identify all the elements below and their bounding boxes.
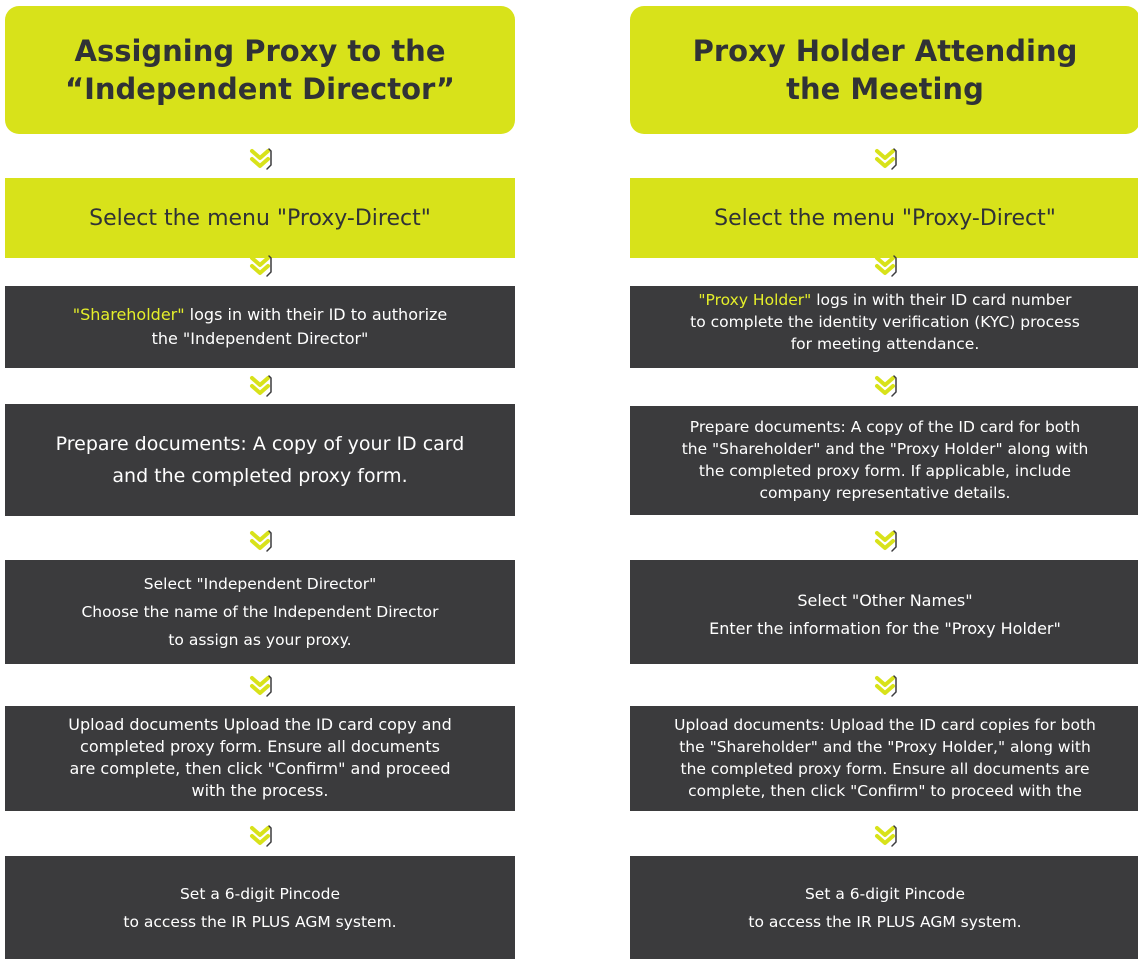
step-text-line: Prepare documents: A copy of the ID card… <box>689 418 1081 436</box>
step-text-line: company representative details. <box>759 484 1011 502</box>
step-text: logs in with their ID card number <box>811 291 1072 309</box>
double-chevron-down-icon <box>247 253 273 279</box>
step-set-pincode: Set a 6-digit Pincode to access the IR P… <box>630 856 1138 959</box>
step-prepare-documents: Prepare documents: A copy of your ID car… <box>5 404 515 516</box>
step-set-pincode: Set a 6-digit Pincode to access the IR P… <box>5 856 515 959</box>
double-chevron-down-icon <box>872 823 898 849</box>
step-text-line: are complete, then click "Confirm" and p… <box>69 759 451 778</box>
step-text-line: Upload documents Upload the ID card copy… <box>68 715 452 734</box>
step-text-line: "Shareholder" logs in with their ID to a… <box>73 303 448 327</box>
step-text-line: Prepare documents: A copy of your ID car… <box>55 433 465 455</box>
step-text-line: to assign as your proxy. <box>168 631 352 649</box>
step-text-line: Set a 6-digit Pincode <box>804 884 966 903</box>
double-chevron-down-icon <box>872 528 898 554</box>
step-text-line: for meeting attendance. <box>790 335 980 353</box>
highlight-shareholder: "Shareholder" <box>72 305 185 324</box>
step-text-line: Select "Independent Director" <box>143 575 377 593</box>
flow-title-line: Proxy Holder Attending <box>692 34 1078 68</box>
step-upload-documents: Upload documents Upload the ID card copy… <box>5 706 515 811</box>
step-select-independent-director: Select "Independent Director" Choose the… <box>5 560 515 664</box>
flow-title-line: “Independent Director” <box>65 72 455 106</box>
double-chevron-down-icon <box>872 146 898 172</box>
step-login: "Shareholder" logs in with their ID to a… <box>5 286 515 368</box>
step-text-line: to access the IR PLUS AGM system. <box>748 912 1022 931</box>
step-text-line: the "Shareholder" and the "Proxy Holder,… <box>679 738 1091 756</box>
double-chevron-down-icon <box>872 373 898 399</box>
step-prepare-documents: Prepare documents: A copy of the ID card… <box>630 406 1138 515</box>
step-text-line: to access the IR PLUS AGM system. <box>123 912 397 931</box>
step-text: logs in with their ID to authorize <box>184 305 448 324</box>
step-text-line: with the process. <box>191 781 329 800</box>
step-text-line: completed proxy form. Ensure all documen… <box>80 737 440 756</box>
double-chevron-down-icon <box>247 146 273 172</box>
double-chevron-down-icon <box>872 253 898 279</box>
flow-title-line: Assigning Proxy to the <box>74 34 446 68</box>
double-chevron-down-icon <box>247 673 273 699</box>
step-text-line: to complete the identity verification (K… <box>690 313 1080 331</box>
step-text-line: and the completed proxy form. <box>112 465 408 487</box>
step-text-line: Set a 6-digit Pincode <box>179 884 341 903</box>
double-chevron-down-icon <box>247 373 273 399</box>
double-chevron-down-icon <box>872 673 898 699</box>
double-chevron-down-icon <box>247 528 273 554</box>
step-text: Select the menu "Proxy-Direct" <box>89 205 431 231</box>
step-upload-documents: Upload documents: Upload the ID card cop… <box>630 706 1138 811</box>
step-text-line: Select "Other Names" <box>797 591 973 610</box>
double-chevron-down-icon <box>247 823 273 849</box>
step-select-other-names: Select "Other Names" Enter the informati… <box>630 560 1138 664</box>
step-text-line: "Proxy Holder" logs in with their ID car… <box>698 289 1071 311</box>
step-text-line: complete, then click "Confirm" to procee… <box>688 782 1082 800</box>
step-text-line: the "Shareholder" and the "Proxy Holder"… <box>681 440 1089 458</box>
step-text: Select the menu "Proxy-Direct" <box>714 205 1056 231</box>
step-text-line: the completed proxy form. Ensure all doc… <box>680 760 1090 778</box>
highlight-proxy-holder: "Proxy Holder" <box>698 291 812 309</box>
flow-title-line: the Meeting <box>786 72 984 106</box>
step-text-line: Upload documents: Upload the ID card cop… <box>674 716 1096 734</box>
step-select-menu: Select the menu "Proxy-Direct" <box>630 178 1138 258</box>
flow-title: Proxy Holder Attending the Meeting <box>630 6 1138 134</box>
step-text-line: the completed proxy form. If applicable,… <box>698 462 1072 480</box>
step-text-line: Enter the information for the "Proxy Hol… <box>709 619 1061 638</box>
step-login-kyc: "Proxy Holder" logs in with their ID car… <box>630 286 1138 368</box>
flow-title: Assigning Proxy to the “Independent Dire… <box>5 6 515 134</box>
step-text-line: the "Independent Director" <box>151 329 369 348</box>
step-select-menu: Select the menu "Proxy-Direct" <box>5 178 515 258</box>
step-text-line: Choose the name of the Independent Direc… <box>81 603 439 621</box>
